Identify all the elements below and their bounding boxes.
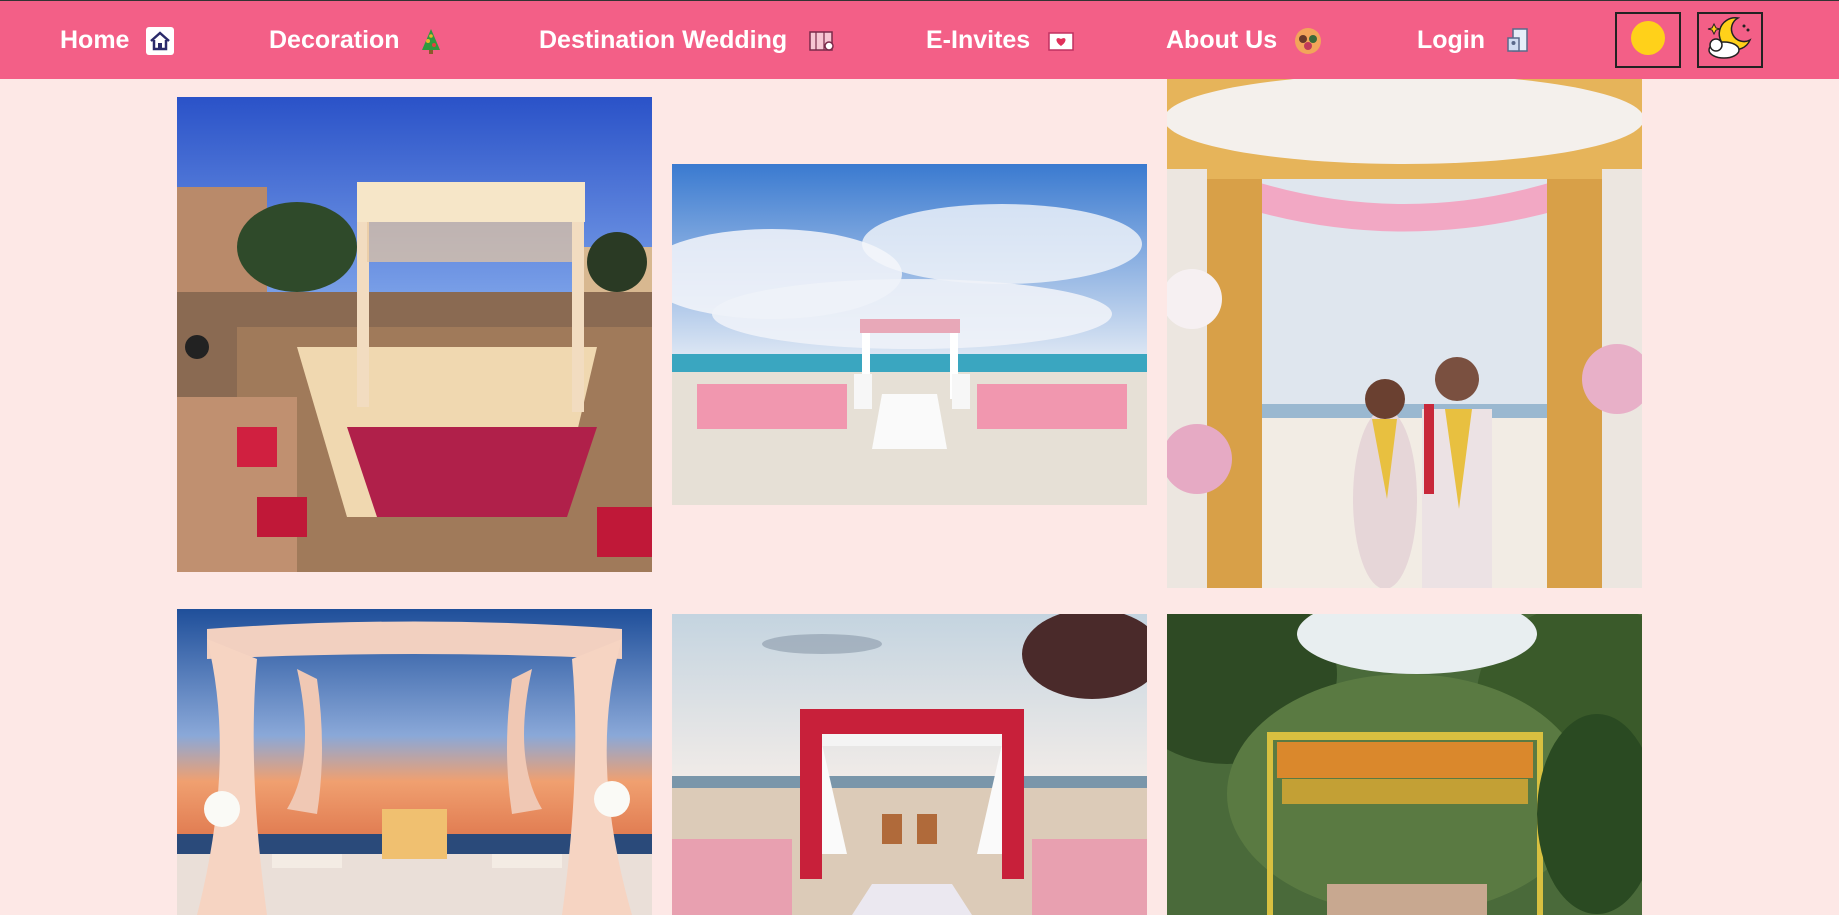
nav-decoration[interactable]: Decoration: [269, 1, 446, 80]
garden-marigold-canopy-photo: [1167, 614, 1642, 915]
light-theme-button[interactable]: [1615, 12, 1681, 68]
moon-cloud-icon: [1704, 14, 1756, 67]
sunset-drape-canopy-photo: [177, 609, 652, 915]
nav-home[interactable]: Home: [60, 1, 175, 80]
red-floral-beach-mandap-photo: [672, 614, 1147, 915]
nav-destination-label: Destination Wedding: [539, 26, 788, 54]
envelope-heart-icon: [1046, 26, 1076, 56]
dark-theme-button[interactable]: [1697, 12, 1763, 68]
nav-home-label: Home: [60, 26, 130, 54]
nav-about-label: About Us: [1166, 26, 1278, 54]
login-icon: [1505, 26, 1535, 56]
christmas-tree-icon: [416, 26, 446, 56]
group-avatar-icon: [1293, 26, 1323, 56]
nav-about-us[interactable]: About Us: [1166, 1, 1323, 80]
nav-login-label: Login: [1417, 26, 1486, 54]
nav-einvites-label: E-Invites: [926, 26, 1031, 54]
beach-aisle-ceremony-photo: [672, 164, 1147, 505]
house-icon: [145, 26, 175, 56]
sun-icon: [1626, 16, 1670, 65]
top-navbar: Home Decoration Destination Wedding E-In…: [0, 0, 1839, 79]
nav-e-invites[interactable]: E-Invites: [926, 1, 1076, 80]
floral-mandap-couple-photo: [1167, 79, 1642, 588]
nav-login[interactable]: Login: [1417, 1, 1535, 80]
nav-decoration-label: Decoration: [269, 26, 400, 54]
nav-destination-wedding[interactable]: Destination Wedding: [539, 1, 837, 80]
map-icon: [807, 26, 837, 56]
palace-courtyard-mandap-photo: [177, 97, 652, 572]
